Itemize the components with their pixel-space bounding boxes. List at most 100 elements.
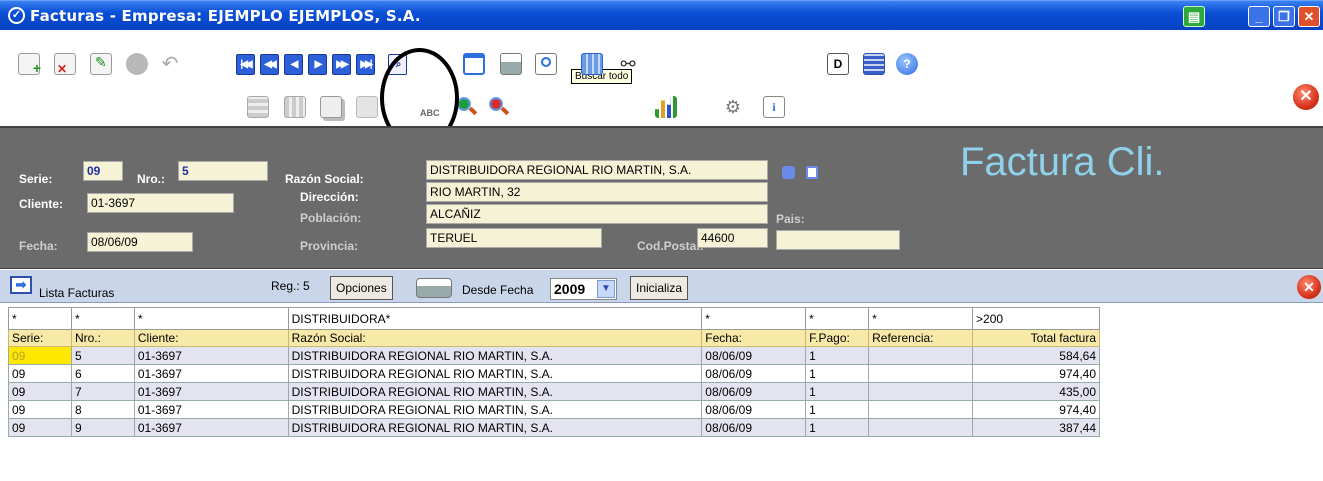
filter-serie[interactable]: * <box>8 307 72 330</box>
binoculars-button[interactable]: ⚯ <box>615 51 641 77</box>
filter-razon-social[interactable]: DISTRIBUIDORA* <box>287 307 703 330</box>
edit-button[interactable]: ✎ <box>88 51 114 77</box>
cell-fpago[interactable]: 1 <box>805 364 870 383</box>
serie-field[interactable]: 09 <box>83 161 123 181</box>
document-d-button[interactable]: D <box>825 51 851 77</box>
column-header-cliente[interactable]: Cliente: <box>133 329 289 347</box>
filter-referencia[interactable]: * <box>868 307 974 330</box>
zoom-out-button[interactable] <box>486 94 512 120</box>
restore-icon[interactable]: ❐ <box>1273 6 1295 27</box>
inicializa-button[interactable]: Inicializa <box>630 276 689 300</box>
grid-button[interactable] <box>861 51 887 77</box>
cell-total[interactable]: 387,44 <box>972 418 1100 437</box>
cell-serie[interactable]: 09 <box>8 346 72 365</box>
printer-icon[interactable]: ▤ <box>1183 6 1205 27</box>
cell-fecha[interactable]: 08/06/09 <box>701 418 807 437</box>
opciones-button[interactable]: Opciones <box>330 276 393 300</box>
cell-nro[interactable]: 9 <box>70 418 135 437</box>
table-row[interactable]: 09 6 01-3697 DISTRIBUIDORA REGIONAL RIO … <box>8 364 1100 383</box>
column-header-nro[interactable]: Nro.: <box>70 329 135 347</box>
find-all-button[interactable] <box>579 51 605 77</box>
column-header-referencia[interactable]: Referencia: <box>868 329 974 347</box>
cell-fpago[interactable]: 1 <box>805 382 870 401</box>
previous-page-button[interactable]: ◀◀ <box>256 51 282 77</box>
cell-fecha[interactable]: 08/06/09 <box>701 364 807 383</box>
cell-razon-social[interactable]: DISTRIBUIDORA REGIONAL RIO MARTIN, S.A. <box>287 346 703 365</box>
paste-button[interactable] <box>354 94 380 120</box>
last-record-button[interactable]: ▶▶| <box>352 51 378 77</box>
cell-fecha[interactable]: 08/06/09 <box>701 382 807 401</box>
cell-serie[interactable]: 09 <box>8 418 72 437</box>
print-button[interactable] <box>498 51 524 77</box>
cell-cliente[interactable]: 01-3697 <box>133 418 289 437</box>
new-record-button[interactable]: + <box>16 51 42 77</box>
print-list-icon[interactable] <box>416 278 452 298</box>
cell-fecha[interactable]: 08/06/09 <box>701 400 807 419</box>
cell-fpago[interactable]: 1 <box>805 400 870 419</box>
poblacion-field[interactable]: ALCAÑIZ <box>426 204 768 224</box>
fecha-field[interactable]: 08/06/09 <box>87 232 193 252</box>
filter-total[interactable]: >200 <box>972 307 1100 330</box>
window-button[interactable] <box>461 51 487 77</box>
minimize-icon[interactable]: _ <box>1248 6 1270 27</box>
bar-chart-button[interactable] <box>653 94 679 120</box>
column-header-razon-social[interactable]: Razón Social: <box>287 329 703 347</box>
table-row[interactable]: 09 5 01-3697 DISTRIBUIDORA REGIONAL RIO … <box>8 346 1100 365</box>
help-button[interactable]: ? <box>894 51 920 77</box>
cell-razon-social[interactable]: DISTRIBUIDORA REGIONAL RIO MARTIN, S.A. <box>287 382 703 401</box>
cell-total[interactable]: 435,00 <box>972 382 1100 401</box>
insert-row-button[interactable] <box>245 94 271 120</box>
tools-button[interactable]: ⚙ <box>720 94 746 120</box>
column-header-serie[interactable]: Serie: <box>8 329 72 347</box>
grid-edit-button[interactable] <box>282 94 308 120</box>
close-icon[interactable]: ✕ <box>1298 6 1320 27</box>
cell-referencia[interactable] <box>868 382 974 401</box>
next-record-button[interactable]: ▶ <box>304 51 330 77</box>
cell-total[interactable]: 974,40 <box>972 364 1100 383</box>
filter-nro[interactable]: * <box>70 307 135 330</box>
nro-field[interactable]: 5 <box>178 161 268 181</box>
cell-total[interactable]: 974,40 <box>972 400 1100 419</box>
cell-cliente[interactable]: 01-3697 <box>133 400 289 419</box>
cell-referencia[interactable] <box>868 400 974 419</box>
cliente-field[interactable]: 01-3697 <box>87 193 234 213</box>
razon-social-field[interactable]: DISTRIBUIDORA REGIONAL RIO MARTIN, S.A. <box>426 160 768 180</box>
cod-postal-field[interactable]: 44600 <box>697 228 768 248</box>
cell-cliente[interactable]: 01-3697 <box>133 346 289 365</box>
exit-icon[interactable]: ✕ <box>1293 84 1319 110</box>
cell-cliente[interactable]: 01-3697 <box>133 382 289 401</box>
cell-razon-social[interactable]: DISTRIBUIDORA REGIONAL RIO MARTIN, S.A. <box>287 400 703 419</box>
year-select[interactable]: 2009 ▼ <box>550 278 617 300</box>
save-button[interactable] <box>124 51 150 77</box>
table-row[interactable]: 09 7 01-3697 DISTRIBUIDORA REGIONAL RIO … <box>8 382 1100 401</box>
cell-fpago[interactable]: 1 <box>805 418 870 437</box>
client-card-icon[interactable] <box>806 166 818 179</box>
cell-nro[interactable]: 5 <box>70 346 135 365</box>
column-header-total[interactable]: Total factura <box>972 329 1100 347</box>
next-page-button[interactable]: ▶▶ <box>328 51 354 77</box>
cell-serie[interactable]: 09 <box>8 400 72 419</box>
cell-nro[interactable]: 8 <box>70 400 135 419</box>
table-row[interactable]: 09 9 01-3697 DISTRIBUIDORA REGIONAL RIO … <box>8 418 1100 437</box>
filter-cliente[interactable]: * <box>133 307 289 330</box>
arrow-right-icon[interactable]: ➡ <box>10 276 32 294</box>
copy-button[interactable] <box>318 94 344 120</box>
close-list-icon[interactable]: ✕ <box>1297 275 1321 299</box>
first-record-button[interactable]: |◀◀ <box>232 51 258 77</box>
chevron-down-icon[interactable]: ▼ <box>597 280 615 298</box>
cell-referencia[interactable] <box>868 364 974 383</box>
info-button[interactable]: i <box>761 94 787 120</box>
cell-referencia[interactable] <box>868 346 974 365</box>
preview-button[interactable] <box>533 51 559 77</box>
cell-serie[interactable]: 09 <box>8 364 72 383</box>
cell-cliente[interactable]: 01-3697 <box>133 364 289 383</box>
cell-referencia[interactable] <box>868 418 974 437</box>
pais-field[interactable] <box>776 230 900 250</box>
column-header-fecha[interactable]: Fecha: <box>701 329 807 347</box>
direccion-field[interactable]: RIO MARTIN, 32 <box>426 182 768 202</box>
filter-fpago[interactable]: * <box>805 307 870 330</box>
cell-razon-social[interactable]: DISTRIBUIDORA REGIONAL RIO MARTIN, S.A. <box>287 364 703 383</box>
delete-record-button[interactable]: ✕ <box>52 51 78 77</box>
cell-total[interactable]: 584,64 <box>972 346 1100 365</box>
provincia-field[interactable]: TERUEL <box>426 228 602 248</box>
